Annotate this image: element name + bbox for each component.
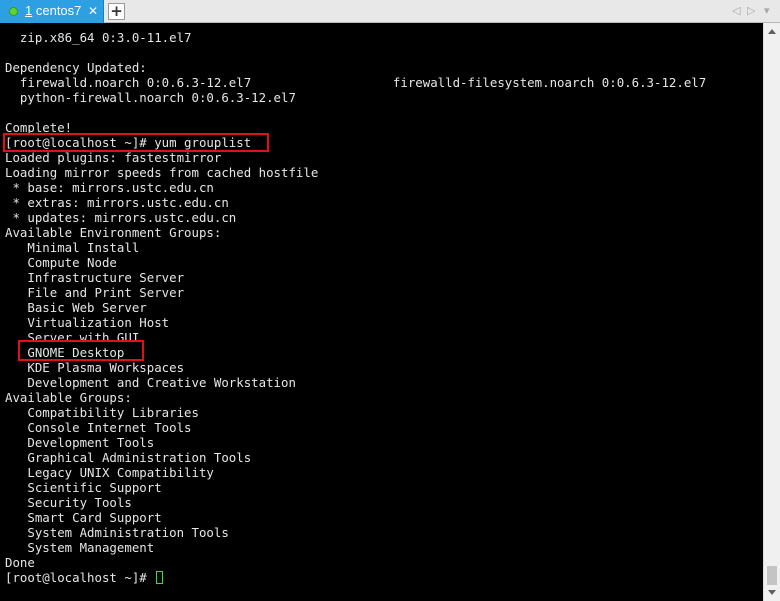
terminal-line: Done [5,555,35,570]
terminal-prompt-line[interactable]: [root@localhost ~]# [5,570,706,585]
tab-title: centos7 [35,3,82,18]
terminal-output[interactable]: zip.x86_64 0:3.0-11.el7 Dependency Update… [0,23,763,601]
scroll-up-arrow-icon[interactable] [768,29,776,34]
terminal-line: Infrastructure Server [5,270,185,285]
tab-list-menu-icon[interactable]: ▾ [764,4,770,17]
terminal-line: KDE Plasma Workspaces [5,360,185,375]
terminal-line: * base: mirrors.ustc.edu.cn [5,180,214,195]
terminal-line: System Administration Tools [5,525,229,540]
terminal-line: Loading mirror speeds from cached hostfi… [5,165,319,180]
terminal-line: System Management [5,540,155,555]
terminal-prompt: [root@localhost ~]# [5,570,155,585]
terminal-line: Minimal Install [5,240,140,255]
scroll-down-arrow-icon[interactable] [768,590,776,595]
terminal-line: Legacy UNIX Compatibility [5,465,214,480]
terminal-line: Development and Creative Workstation [5,375,296,390]
scrollbar-thumb[interactable] [767,566,777,585]
terminal-line: Available Environment Groups: [5,225,222,240]
close-icon[interactable]: ✕ [88,3,98,19]
terminal-line: Loaded plugins: fastestmirror [5,150,222,165]
highlight-box-command [3,133,269,152]
add-tab-button[interactable]: + [108,3,125,20]
terminal-line: Smart Card Support [5,510,162,525]
terminal-line: File and Print Server [5,285,185,300]
terminal-line: Console Internet Tools [5,420,192,435]
terminal-line: Development Tools [5,435,155,450]
terminal-lines: zip.x86_64 0:3.0-11.el7 Dependency Update… [5,30,706,585]
connected-status-icon [9,7,18,16]
tab-label: 1 centos7 [25,3,81,18]
terminal-line: zip.x86_64 0:3.0-11.el7 [5,30,192,45]
terminal-line: Virtualization Host [5,315,170,330]
tab-scroll-left-icon[interactable]: ◁ [732,4,740,17]
tab-number: 1 [25,3,33,18]
terminal-line: python-firewall.noarch 0:0.6.3-12.el7 [5,90,296,105]
terminal-line: firewalld.noarch 0:0.6.3-12.el7 firewall… [5,75,707,90]
terminal-line: Dependency Updated: [5,60,147,75]
terminal-line: Graphical Administration Tools [5,450,252,465]
highlight-box-gnome-desktop [18,340,144,361]
tab-centos7[interactable]: 1 centos7 ✕ [0,0,104,23]
terminal-line: * extras: mirrors.ustc.edu.cn [5,195,229,210]
terminal-line: * updates: mirrors.ustc.edu.cn [5,210,237,225]
vertical-scrollbar[interactable] [763,23,780,601]
terminal-line: Compatibility Libraries [5,405,199,420]
tab-scroll-right-icon[interactable]: ▷ [747,4,755,17]
terminal-line: Available Groups: [5,390,132,405]
terminal-line: Scientific Support [5,480,162,495]
terminal-cursor [156,571,164,584]
terminal-line: Basic Web Server [5,300,147,315]
terminal-line: Compute Node [5,255,117,270]
tab-bar: 1 centos7 ✕ + ◁ ▷ ▾ [0,0,780,23]
terminal-line: Security Tools [5,495,132,510]
